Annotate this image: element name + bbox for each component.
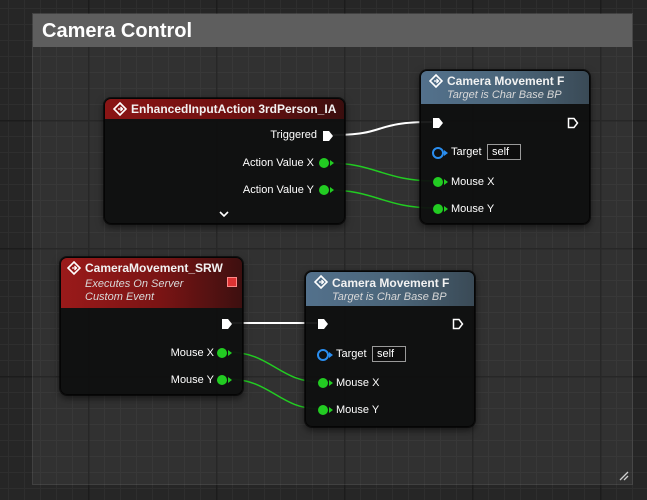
blueprint-graph-canvas[interactable]: Camera Control EnhancedInputAction 3rdPe… [0,0,647,500]
exec-out-pin-icon[interactable] [452,318,464,330]
exec-in-pin-icon[interactable] [432,117,444,129]
node-subtitle: Target is Char Base BP [332,291,447,303]
mouse-x-pin-arrow [329,380,333,386]
mouse-x-pin-label: Mouse X [170,347,214,359]
mouse-x-pin-arrow [444,179,448,185]
mouse-y-pin-label: Mouse Y [336,404,380,416]
mouse-y-pin-label: Mouse Y [170,374,214,386]
exec-in-pin-icon[interactable] [317,318,329,330]
node-title: Camera Movement F [447,74,565,88]
mouse-y-pin[interactable] [433,204,443,214]
exec-wire-top[interactable] [330,121,433,136]
target-pin-arrow [329,352,333,358]
mouse-x-pin[interactable] [318,378,328,388]
node-subtitle-2: Custom Event [85,291,155,303]
action-value-x-pin-arrow [330,160,334,166]
camera-movement-f-node-top[interactable]: Camera Movement F Target is Char Base BP… [420,70,590,224]
node-subtitle: Target is Char Base BP [447,89,562,101]
target-pin[interactable] [317,349,329,361]
exec-out-pin-icon[interactable] [567,117,579,129]
chevron-down-icon[interactable] [219,210,229,218]
target-self-field[interactable]: self [372,346,406,362]
diamond-arrow-icon [113,102,127,116]
camera-movement-f-node-bottom[interactable]: Camera Movement F Target is Char Base BP… [305,271,475,427]
mouse-y-pin[interactable] [217,375,227,385]
target-pin-label: Target [451,146,482,158]
mouse-x-pin-arrow [228,350,232,356]
target-pin-label: Target [336,348,367,360]
mouse-x-pin-label: Mouse X [336,377,380,389]
mouse-y-pin-label: Mouse Y [451,203,495,215]
exec-out-pin-icon[interactable] [221,318,233,330]
mouse-y-pin-arrow [228,377,232,383]
function-icon [314,275,328,289]
delegate-pin-icon[interactable] [227,277,237,287]
target-pin-arrow [444,150,448,156]
mouse-y-pin-arrow [444,206,448,212]
node-title: CameraMovement_SRW [85,261,223,275]
enhanced-input-action-node[interactable]: EnhancedInputAction 3rdPerson_IA Trigger… [104,98,345,224]
target-pin[interactable] [432,147,444,159]
node-subtitle-1: Executes On Server [85,278,184,290]
mouse-y-pin[interactable] [318,405,328,415]
triggered-exec-pin-icon[interactable] [322,130,334,142]
mouse-x-pin[interactable] [217,348,227,358]
action-value-x-pin-label: Action Value X [242,157,314,169]
node-title: EnhancedInputAction 3rdPerson_IA [131,102,337,116]
action-value-y-pin-arrow [330,187,334,193]
action-value-y-pin-label: Action Value Y [242,184,314,196]
action-value-x-pin[interactable] [319,158,329,168]
camera-movement-srw-event-node[interactable]: CameraMovement_SRW Executes On Server Cu… [60,257,243,395]
action-value-y-pin[interactable] [319,185,329,195]
mouse-y-pin-arrow [329,407,333,413]
target-self-field[interactable]: self [487,144,521,160]
diamond-arrow-icon [67,261,81,275]
function-icon [429,74,443,88]
mouse-x-pin[interactable] [433,177,443,187]
triggered-pin-label: Triggered [270,129,317,141]
node-title: Camera Movement F [332,276,450,290]
mouse-x-pin-label: Mouse X [451,176,495,188]
